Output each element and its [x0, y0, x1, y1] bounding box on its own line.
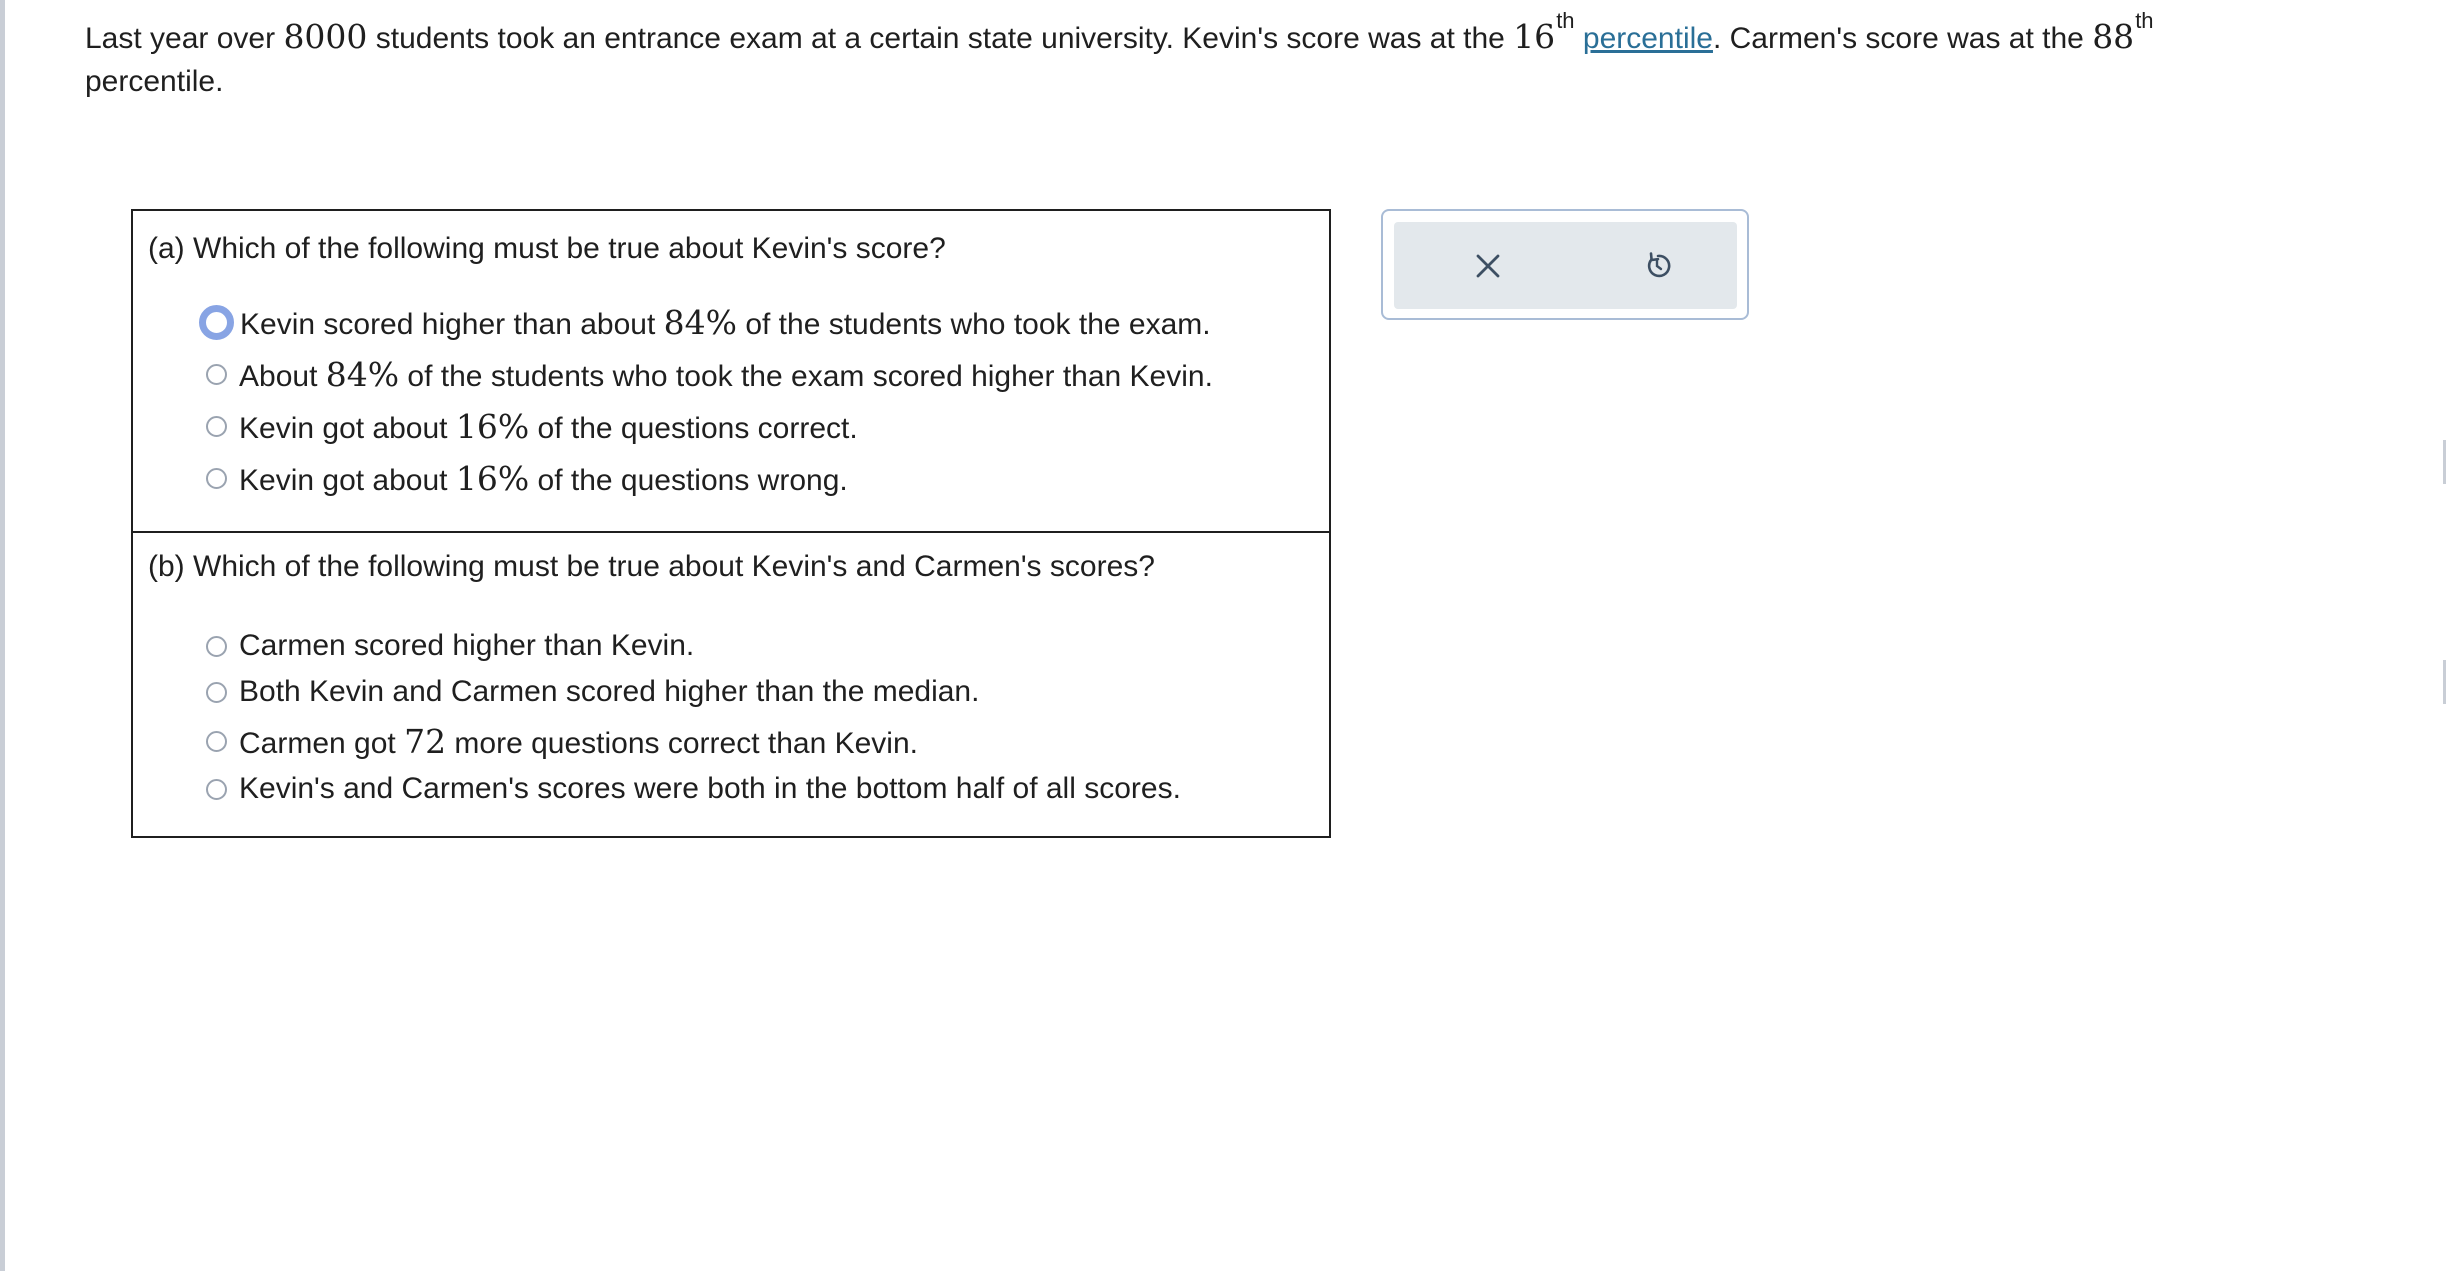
part-a-option[interactable]: Kevin got about 16% of the questions wro… — [203, 458, 848, 498]
part-a-prompt: (a) Which of the following must be true … — [148, 232, 946, 265]
radio-button[interactable] — [206, 363, 227, 385]
answer-toolbar — [1381, 209, 1749, 320]
percentile-link[interactable]: percentile — [1583, 22, 1713, 55]
radio-button[interactable] — [206, 467, 227, 489]
radio-button[interactable] — [206, 415, 227, 437]
option-text: more questions correct than Kevin. — [446, 726, 918, 760]
question-box: (a) Which of the following must be true … — [131, 209, 1331, 838]
option-text: Kevin got about — [239, 411, 456, 445]
option-label: Carmen scored higher than Kevin. — [239, 629, 694, 663]
left-edge-rule — [0, 0, 5, 1271]
clear-button[interactable] — [1464, 242, 1512, 290]
part-b-prompt: (b) Which of the following must be true … — [148, 550, 1155, 583]
part-b-option[interactable]: Kevin's and Carmen's scores were both in… — [203, 769, 1181, 809]
ordinal-suffix: th — [2135, 8, 2154, 33]
students-count: 8000 — [283, 17, 368, 56]
option-number: 16% — [455, 458, 530, 498]
option-number: 84% — [663, 302, 737, 342]
part-a-option[interactable]: About 84% of the students who took the e… — [203, 354, 1213, 394]
kevin-percentile: 16 — [1513, 17, 1556, 56]
option-label: Kevin's and Carmen's scores were both in… — [239, 772, 1181, 806]
option-label: About 84% of the students who took the e… — [239, 355, 1213, 394]
problem-text: Last year over — [85, 22, 284, 55]
part-a-option[interactable]: Kevin scored higher than about 84% of th… — [199, 302, 1211, 342]
option-number: 16% — [455, 406, 530, 446]
problem-text: percentile. — [85, 65, 224, 98]
option-text: Carmen got — [239, 726, 405, 760]
problem-text: students took an entrance exam at a cert… — [367, 22, 1514, 55]
option-label: Kevin got about 16% of the questions cor… — [239, 407, 858, 446]
carmen-percentile: 88 — [2092, 17, 2135, 56]
option-text: of the questions correct. — [529, 411, 858, 445]
radio-button[interactable] — [206, 730, 227, 752]
option-text: Both Kevin and Carmen scored higher than… — [239, 675, 980, 708]
option-text: Kevin got about — [239, 463, 456, 497]
option-text: of the students who took the exam. — [736, 307, 1211, 341]
radio-button[interactable] — [206, 778, 227, 800]
option-text: of the students who took the exam scored… — [399, 359, 1213, 393]
option-label: Kevin got about 16% of the questions wro… — [239, 459, 848, 498]
part-a-option[interactable]: Kevin got about 16% of the questions cor… — [203, 406, 858, 446]
ordinal-suffix: th — [1556, 8, 1575, 33]
radio-button[interactable] — [199, 304, 234, 340]
radio-button[interactable] — [206, 635, 227, 657]
option-label: Both Kevin and Carmen scored higher than… — [239, 675, 979, 709]
option-text: of the questions wrong. — [529, 463, 848, 497]
toolbar-button-group — [1394, 222, 1737, 309]
part-b-option[interactable]: Carmen got 72 more questions correct tha… — [203, 721, 918, 761]
undo-icon — [1647, 252, 1671, 278]
part-b: (b) Which of the following must be true … — [133, 533, 1329, 836]
problem-statement: Last year over 8000 students took an ent… — [85, 8, 2325, 102]
part-b-option[interactable]: Both Kevin and Carmen scored higher than… — [203, 672, 979, 712]
part-b-option[interactable]: Carmen scored higher than Kevin. — [203, 626, 694, 666]
part-a: (a) Which of the following must be true … — [133, 211, 1329, 533]
option-label: Carmen got 72 more questions correct tha… — [239, 722, 918, 761]
option-number: 72 — [404, 721, 447, 761]
option-text: Kevin's and Carmen's scores were both in… — [239, 772, 1181, 805]
x-icon — [1476, 254, 1500, 278]
option-text: Carmen scored higher than Kevin. — [239, 629, 695, 662]
option-label: Kevin scored higher than about 84% of th… — [240, 303, 1211, 342]
option-text: About — [239, 359, 326, 393]
option-text: Kevin scored higher than about — [240, 307, 664, 341]
radio-button[interactable] — [206, 681, 227, 703]
option-number: 84% — [325, 354, 400, 394]
problem-text: . Carmen's score was at the — [1712, 22, 2093, 55]
reset-button[interactable] — [1634, 242, 1682, 290]
